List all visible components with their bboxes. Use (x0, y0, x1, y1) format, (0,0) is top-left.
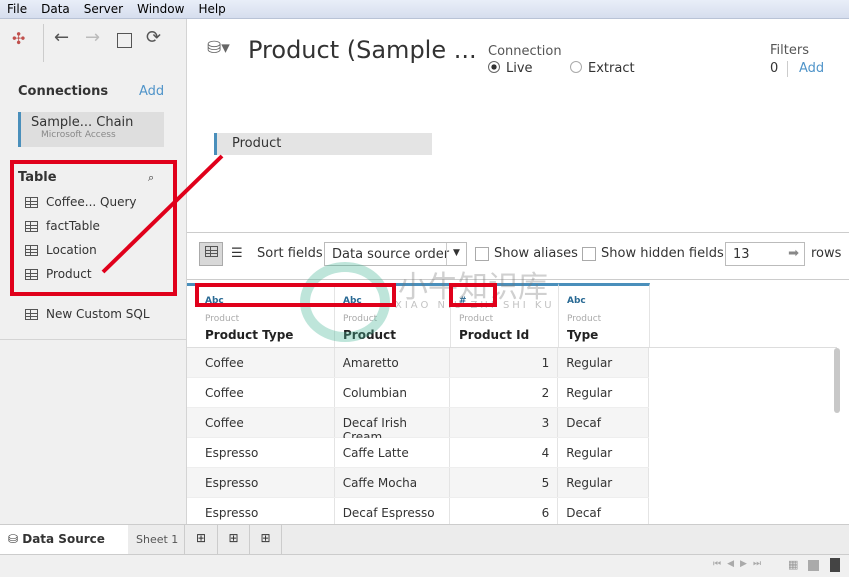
new-dashboard-icon[interactable]: ⊞ (218, 525, 250, 554)
datasource-tab-icon: ⛁ (8, 532, 23, 546)
tab-sheet1[interactable]: Sheet 1 (128, 525, 185, 554)
tab-bar: ⛁ Data Source Sheet 1 ⊞ ⊞ ⊞ (0, 524, 849, 554)
sheet-navigation-icons[interactable]: ⏮◀▶⏭ (713, 559, 767, 569)
fullscreen-view-icon[interactable] (830, 558, 840, 572)
tabs-view-icon[interactable] (808, 560, 819, 571)
new-worksheet-icon[interactable]: ⊞ (185, 525, 218, 554)
annotation-line (101, 154, 224, 274)
status-bar: ⏮◀▶⏭ ▦ (0, 554, 849, 577)
tab-label: Data Source (22, 532, 105, 546)
tab-data-source[interactable]: ⛁ Data Source (0, 525, 128, 554)
new-story-icon[interactable]: ⊞ (250, 525, 282, 554)
filmstrip-view-icon[interactable]: ▦ (788, 558, 798, 571)
